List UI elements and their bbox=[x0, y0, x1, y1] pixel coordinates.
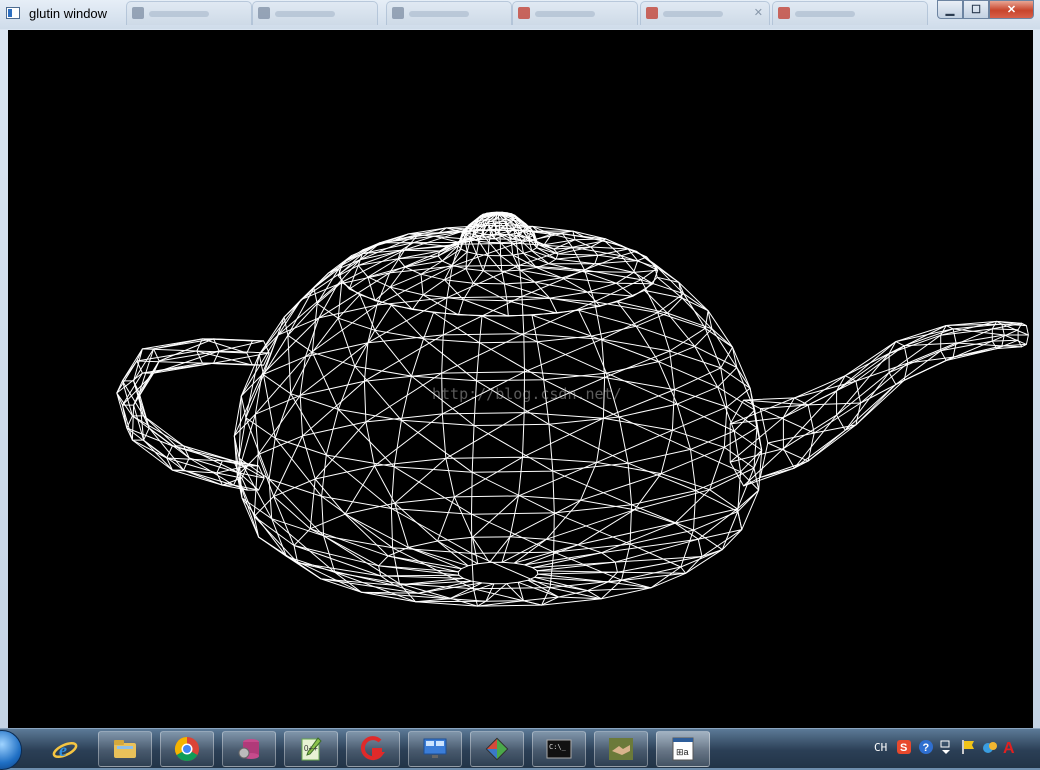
tab-close-icon: ✕ bbox=[753, 7, 763, 19]
taskbar-app-console[interactable]: C:\_ bbox=[532, 731, 586, 767]
taskbar-app-glutin[interactable]: ⊞a bbox=[656, 731, 710, 767]
tab-favicon bbox=[132, 7, 144, 19]
tab-favicon bbox=[646, 7, 658, 19]
background-tab bbox=[126, 1, 252, 25]
taskbar-app-ie[interactable]: e bbox=[38, 731, 92, 767]
taskbar-app-notepadpp[interactable]: 0++ bbox=[284, 731, 338, 767]
close-icon: ✕ bbox=[1006, 4, 1017, 16]
notepad-plus-plus-icon: 0++ bbox=[298, 736, 324, 762]
help-icon[interactable]: ? bbox=[918, 739, 934, 755]
window-controls: ▁ ☐ ✕ bbox=[937, 0, 1034, 19]
svg-text:⊞a: ⊞a bbox=[676, 747, 689, 757]
tab-favicon bbox=[392, 7, 404, 19]
render-viewport[interactable]: http://blog.csdn.net/ bbox=[8, 30, 1033, 728]
adobe-icon[interactable]: A bbox=[1002, 739, 1018, 757]
handshake-icon bbox=[608, 736, 634, 762]
red-app-icon bbox=[360, 736, 386, 762]
app-window: glutin window ✕ ▁ ☐ ✕ http://blog.csdn.n… bbox=[0, 0, 1040, 728]
svg-text:C:\_: C:\_ bbox=[549, 743, 567, 751]
background-tab bbox=[512, 1, 638, 25]
tab-favicon bbox=[518, 7, 530, 19]
database-icon bbox=[236, 736, 262, 762]
teapot-body bbox=[233, 229, 763, 607]
chrome-icon bbox=[174, 736, 200, 762]
sogou-icon[interactable]: S bbox=[896, 739, 912, 755]
taskbar-app-database[interactable] bbox=[222, 731, 276, 767]
minimize-button[interactable]: ▁ bbox=[937, 0, 963, 19]
git-icon bbox=[484, 736, 510, 762]
remote-desktop-icon bbox=[422, 736, 448, 762]
svg-text:0++: 0++ bbox=[304, 744, 318, 753]
maximize-icon: ☐ bbox=[971, 4, 981, 16]
background-tab bbox=[252, 1, 378, 25]
tray-expand-icon[interactable] bbox=[938, 739, 954, 755]
tab-favicon bbox=[258, 7, 270, 19]
svg-text:?: ? bbox=[923, 742, 930, 754]
svg-text:A: A bbox=[1003, 740, 1015, 755]
teapot-wireframe bbox=[116, 211, 1029, 607]
console-icon: C:\_ bbox=[546, 736, 572, 762]
taskbar-app-handshake[interactable] bbox=[594, 731, 648, 767]
background-tab: ✕ bbox=[640, 1, 770, 25]
title-bar[interactable]: glutin window ✕ ▁ ☐ ✕ bbox=[0, 0, 1040, 29]
taskbar-app-red[interactable] bbox=[346, 731, 400, 767]
system-tray: CH S ? A bbox=[870, 729, 1040, 769]
taskbar-app-chrome[interactable] bbox=[160, 731, 214, 767]
start-button[interactable] bbox=[0, 730, 22, 770]
file-explorer-icon bbox=[112, 736, 138, 762]
watermark-text: http://blog.csdn.net/ bbox=[432, 385, 622, 403]
taskbar-app-git[interactable] bbox=[470, 731, 524, 767]
tab-favicon bbox=[778, 7, 790, 19]
minimize-icon: ▁ bbox=[945, 4, 955, 16]
background-tab bbox=[386, 1, 512, 25]
maximize-button[interactable]: ☐ bbox=[963, 0, 989, 19]
language-indicator[interactable]: CH bbox=[874, 741, 887, 754]
taskbar-app-remote[interactable] bbox=[408, 731, 462, 767]
svg-text:e: e bbox=[59, 740, 67, 760]
internet-explorer-icon: e bbox=[52, 736, 78, 762]
network-icon[interactable] bbox=[982, 739, 998, 755]
background-tab bbox=[772, 1, 928, 25]
teapot-spout bbox=[729, 320, 1029, 487]
taskbar-app-explorer[interactable] bbox=[98, 731, 152, 767]
svg-text:S: S bbox=[900, 742, 907, 754]
taskbar: e 0++ C:\_ ⊞a CH S ? A bbox=[0, 728, 1040, 770]
window-title: glutin window bbox=[29, 6, 108, 21]
app-window-icon bbox=[6, 7, 20, 19]
close-button[interactable]: ✕ bbox=[989, 0, 1034, 19]
flag-icon[interactable] bbox=[960, 739, 976, 755]
app-window-icon: ⊞a bbox=[670, 736, 696, 762]
